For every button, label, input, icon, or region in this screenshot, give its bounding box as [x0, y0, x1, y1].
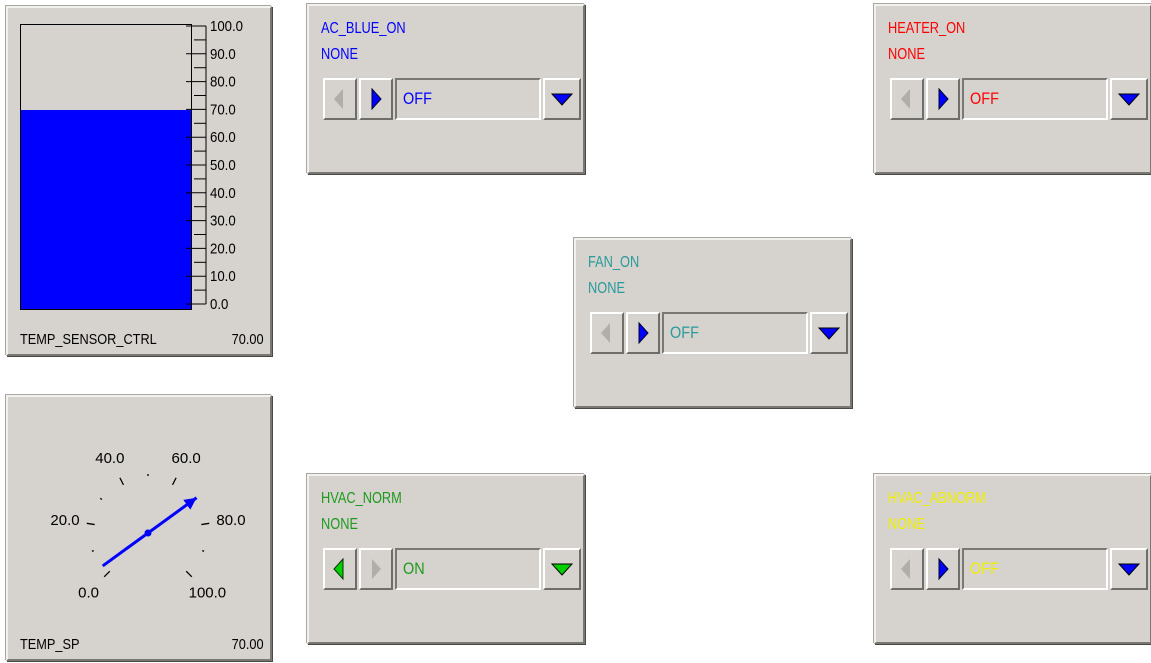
- meter-value: 70.00: [232, 636, 264, 653]
- bar-scale-label: 70.0: [210, 101, 236, 118]
- left-arrow-icon: [901, 559, 910, 579]
- chevron-down-icon: [1117, 563, 1141, 576]
- enum-hvac-norm: HVAC_NORM NONE ON: [307, 474, 585, 644]
- enum-name-label: HVAC_ABNORM: [888, 490, 986, 507]
- bar-scale-label: 10.0: [210, 267, 236, 284]
- enum-name-label: FAN_ON: [588, 254, 640, 271]
- next-button[interactable]: [359, 78, 393, 120]
- enum-status-label: NONE: [321, 516, 358, 533]
- enum-hvac-abnorm: HVAC_ABNORM NONE OFF: [874, 474, 1151, 644]
- value-display: OFF: [962, 548, 1108, 590]
- value-display: OFF: [962, 78, 1108, 120]
- enum-status-label: NONE: [321, 46, 358, 63]
- next-button[interactable]: [926, 548, 960, 590]
- bar-scale-label: 40.0: [210, 184, 236, 201]
- chevron-down-icon: [1117, 93, 1141, 106]
- enum-status-label: NONE: [888, 516, 925, 533]
- chevron-down-icon: [550, 563, 574, 576]
- value-text: OFF: [403, 89, 432, 108]
- left-arrow-icon: [334, 89, 343, 109]
- bar-scale-label: 100.0: [210, 17, 243, 34]
- right-arrow-icon: [371, 87, 382, 111]
- bar-scale: 100.0 90.0 80.0 70.0 60.0 50.0 40.0 30.0 20.0 10.…: [186, 17, 243, 312]
- meter-tick: [171, 477, 177, 486]
- meter-tick: [86, 522, 95, 526]
- bar-scale-label: 20.0: [210, 240, 236, 257]
- enum-status-label: NONE: [888, 46, 925, 63]
- bar-label: TEMP_SENSOR_CTRL: [20, 331, 157, 348]
- meter-scale-label: 40.0: [95, 450, 124, 467]
- chevron-down-icon: [817, 327, 841, 340]
- right-arrow-icon: [938, 87, 949, 111]
- enum-ac-blue-on: AC_BLUE_ON NONE OFF: [307, 4, 585, 174]
- meter-scale-label: 60.0: [172, 450, 201, 467]
- enum-name-label: HEATER_ON: [888, 20, 966, 37]
- bar-value: 70.00: [232, 331, 264, 348]
- dropdown-button[interactable]: [810, 312, 848, 354]
- meter-dial: 0.0 20.0 40.0 60.0 80.0 100.0: [50, 450, 245, 601]
- temp-sensor-bar-widget: 100.0 90.0 80.0 70.0 60.0 50.0 40.0 30.0 20.0 10.…: [6, 6, 272, 356]
- enum-control: ON: [323, 548, 581, 590]
- right-arrow-icon: [638, 321, 649, 345]
- value-display: OFF: [662, 312, 808, 354]
- value-text: OFF: [670, 323, 699, 342]
- enum-heater-on: HEATER_ON NONE OFF: [874, 4, 1151, 174]
- value-text: OFF: [970, 89, 999, 108]
- enum-status-label: NONE: [588, 280, 625, 297]
- next-button[interactable]: [926, 78, 960, 120]
- value-text: ON: [403, 559, 425, 578]
- meter-tick: [119, 477, 125, 486]
- meter-tick: [103, 570, 111, 578]
- bar-scale-label: 60.0: [210, 128, 236, 145]
- bar-scale-label: 0.0: [210, 295, 228, 312]
- value-display: ON: [395, 548, 541, 590]
- bar-scale-label: 80.0: [210, 73, 236, 90]
- next-button[interactable]: [626, 312, 660, 354]
- right-arrow-icon: [938, 557, 949, 581]
- previous-button[interactable]: [890, 78, 924, 120]
- next-button[interactable]: [359, 548, 393, 590]
- meter-tick: [201, 522, 210, 526]
- bar-scale-label: 50.0: [210, 156, 236, 173]
- previous-button[interactable]: [590, 312, 624, 354]
- temp-setpoint-meter-widget: 0.0 20.0 40.0 60.0 80.0 100.0 TEMP_SP 70.00: [6, 395, 272, 661]
- previous-button[interactable]: [890, 548, 924, 590]
- bar-scale-label: 30.0: [210, 212, 236, 229]
- previous-button[interactable]: [323, 78, 357, 120]
- value-text: OFF: [970, 559, 999, 578]
- enum-control: OFF: [590, 312, 848, 354]
- dropdown-button[interactable]: [1110, 548, 1148, 590]
- meter-tick: [91, 549, 94, 552]
- left-arrow-icon: [333, 557, 344, 581]
- enum-name-label: HVAC_NORM: [321, 490, 402, 507]
- meter-label: TEMP_SP: [20, 636, 80, 653]
- previous-button[interactable]: [323, 548, 357, 590]
- right-arrow-icon: [372, 559, 381, 579]
- enum-control: OFF: [890, 78, 1148, 120]
- meter-tick: [99, 497, 103, 501]
- meter-scale-label: 80.0: [216, 512, 245, 529]
- meter-scale-label: 0.0: [78, 584, 99, 601]
- enum-fan-on: FAN_ON NONE OFF: [574, 238, 852, 408]
- dropdown-button[interactable]: [543, 548, 581, 590]
- dropdown-button[interactable]: [1110, 78, 1148, 120]
- enum-name-label: AC_BLUE_ON: [321, 20, 406, 37]
- meter-tick: [202, 549, 205, 552]
- left-arrow-icon: [601, 323, 610, 343]
- value-display: OFF: [395, 78, 541, 120]
- meter-needle-head: [183, 497, 197, 510]
- enum-control: OFF: [323, 78, 581, 120]
- meter-scale-label: 20.0: [50, 512, 79, 529]
- dropdown-button[interactable]: [543, 78, 581, 120]
- left-arrow-icon: [901, 89, 910, 109]
- chevron-down-icon: [550, 93, 574, 106]
- meter-scale-label: 100.0: [189, 584, 227, 601]
- meter-tick: [185, 570, 193, 578]
- meter-hub: [144, 529, 152, 537]
- bar-scale-label: 90.0: [210, 45, 236, 62]
- enum-control: OFF: [890, 548, 1148, 590]
